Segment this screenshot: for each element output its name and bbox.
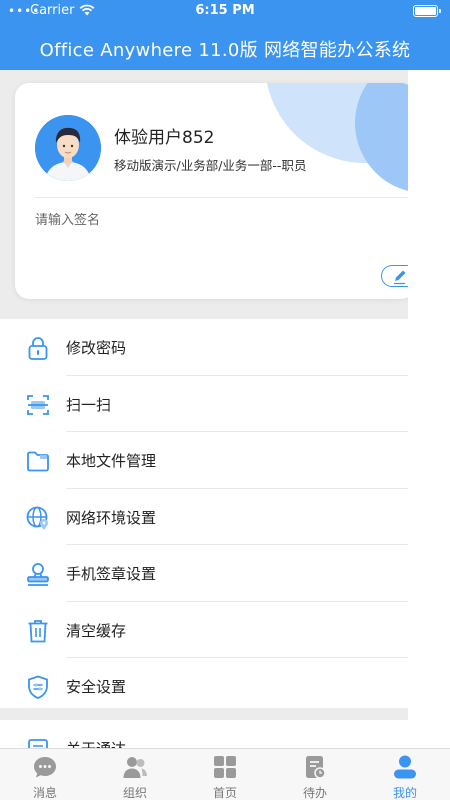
menu-item-local-files[interactable]: 本地文件管理 bbox=[0, 432, 408, 489]
menu-item-clear-cache[interactable]: 清空缓存 bbox=[0, 602, 408, 658]
info-icon bbox=[28, 739, 48, 748]
menu-item-label: 网络环境设置 bbox=[66, 508, 157, 527]
tab-messages[interactable]: 消息 bbox=[0, 749, 90, 800]
main-content: 体验用户852 移动版演示/业务部/业务一部--职员 修改密码 bbox=[0, 70, 408, 748]
tab-label: 首页 bbox=[212, 786, 237, 800]
menu-item-about[interactable]: 关于通达 bbox=[0, 720, 408, 748]
profile-icon bbox=[394, 755, 416, 779]
tab-mine[interactable]: 我的 bbox=[360, 749, 450, 800]
stamp-icon bbox=[27, 563, 49, 586]
page-title: Office Anywhere 11.0版 网络智能办公系统 bbox=[39, 40, 411, 61]
decorative-bubble bbox=[355, 83, 408, 193]
todo-icon bbox=[306, 756, 326, 779]
profile-card: 体验用户852 移动版演示/业务部/业务一部--职员 bbox=[15, 83, 408, 299]
tab-label: 我的 bbox=[392, 786, 417, 800]
lock-icon bbox=[28, 337, 48, 360]
tab-home[interactable]: 首页 bbox=[180, 749, 270, 800]
globe-icon bbox=[26, 506, 48, 530]
scan-icon bbox=[27, 394, 49, 415]
profile-name: 体验用户852 bbox=[114, 128, 215, 148]
message-icon bbox=[34, 757, 56, 778]
home-grid-icon bbox=[214, 756, 236, 778]
avatar[interactable] bbox=[35, 115, 101, 181]
tab-todo[interactable]: 待办 bbox=[270, 749, 360, 800]
signature-input[interactable] bbox=[35, 213, 365, 228]
bottom-tab-bar: 消息 组织 首页 待办 我的 bbox=[0, 748, 450, 800]
pencil-icon bbox=[394, 270, 406, 285]
tab-organization[interactable]: 组织 bbox=[90, 749, 180, 800]
menu-item-change-password[interactable]: 修改密码 bbox=[0, 319, 408, 376]
menu-item-label: 本地文件管理 bbox=[66, 452, 157, 470]
shield-icon bbox=[28, 675, 48, 699]
about-menu: 关于通达 bbox=[0, 720, 408, 748]
menu-item-label: 手机签章设置 bbox=[66, 565, 157, 583]
menu-item-label: 扫一扫 bbox=[66, 395, 112, 414]
settings-menu: 修改密码 扫一扫 本地文件管理 网络环境设置 手机签章设置 清空缓存 安全设置 bbox=[0, 319, 408, 715]
menu-item-security[interactable]: 安全设置 bbox=[0, 658, 408, 715]
battery-icon bbox=[413, 5, 441, 17]
contacts-icon bbox=[123, 757, 147, 778]
tab-label: 组织 bbox=[122, 786, 147, 800]
app-header: •••• Carrier 6:15 PM Office Anywhere 11.… bbox=[0, 0, 450, 70]
profile-department: 移动版演示/业务部/业务一部--职员 bbox=[114, 158, 307, 173]
section-gap bbox=[0, 708, 408, 720]
tab-label: 消息 bbox=[32, 786, 57, 800]
menu-item-label: 安全设置 bbox=[66, 678, 127, 696]
trash-icon bbox=[28, 619, 48, 642]
divider bbox=[35, 197, 408, 198]
menu-item-signature-stamp[interactable]: 手机签章设置 bbox=[0, 545, 408, 602]
edit-signature-button[interactable] bbox=[381, 265, 408, 287]
menu-item-label: 修改密码 bbox=[66, 339, 127, 357]
status-bar: •••• Carrier 6:15 PM bbox=[0, 0, 450, 22]
menu-item-label: 关于通达 bbox=[66, 738, 126, 748]
menu-item-scan[interactable]: 扫一扫 bbox=[0, 376, 408, 432]
menu-item-network-settings[interactable]: 网络环境设置 bbox=[0, 489, 408, 545]
avatar-person-icon bbox=[35, 115, 101, 181]
folder-icon bbox=[27, 451, 49, 472]
menu-item-label: 清空缓存 bbox=[66, 621, 127, 640]
status-time: 6:15 PM bbox=[195, 3, 255, 18]
tab-label: 待办 bbox=[302, 786, 327, 800]
